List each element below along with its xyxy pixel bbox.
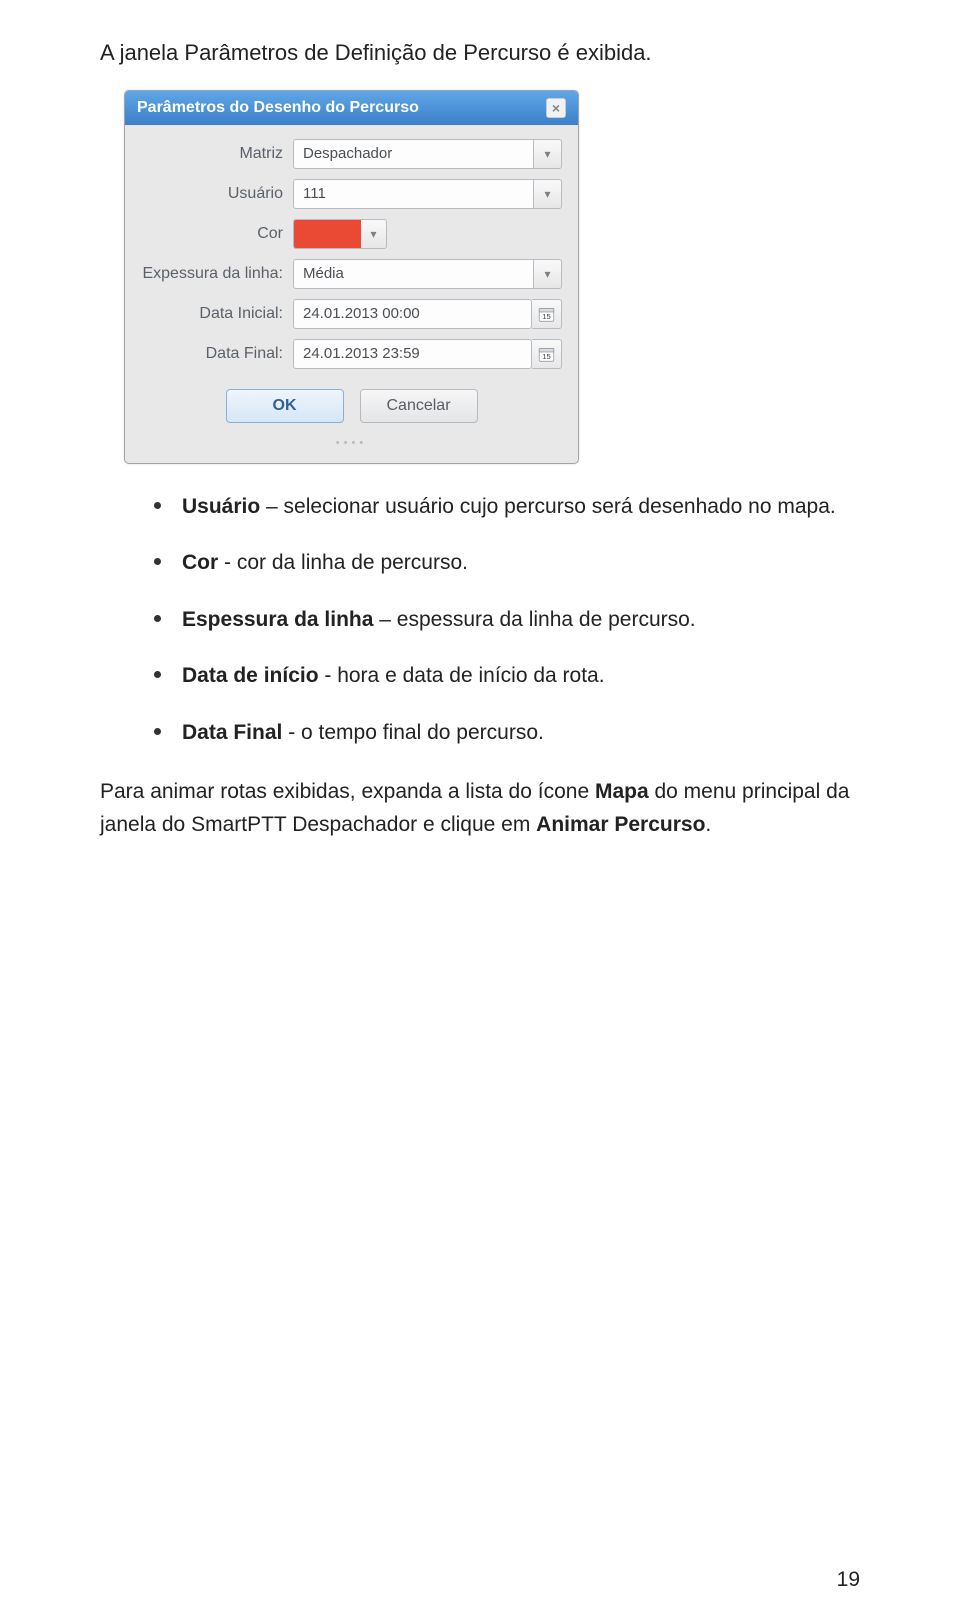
row-usuario: Usuário 111 ▾	[141, 179, 562, 209]
bullet-sep: -	[319, 664, 338, 687]
label-data-inicial: Data Inicial:	[141, 305, 293, 323]
row-cor: Cor ▾	[141, 219, 562, 249]
para-text: .	[705, 813, 711, 836]
label-usuario: Usuário	[141, 185, 293, 203]
chevron-down-icon[interactable]: ▾	[534, 259, 562, 289]
dialog-titlebar[interactable]: Parâmetros do Desenho do Percurso ×	[125, 91, 578, 125]
calendar-icon[interactable]: 15	[532, 299, 562, 329]
bullet-text: cor da linha de percurso.	[237, 551, 468, 574]
label-matriz: Matriz	[141, 145, 293, 163]
row-data-inicial: Data Inicial: 24.01.2013 00:00 15	[141, 299, 562, 329]
dialog-title-label: Parâmetros do Desenho do Percurso	[137, 99, 419, 117]
bullet-text: selecionar usuário cujo percurso será de…	[284, 495, 836, 518]
dialog-body: Matriz Despachador ▾ Usuário 111 ▾ Cor ▾	[125, 125, 578, 463]
para-bold: Mapa	[595, 780, 649, 803]
bullet-text: espessura da linha de percurso.	[397, 608, 696, 631]
label-cor: Cor	[141, 225, 293, 243]
bullet-sep: –	[260, 495, 283, 518]
input-data-final[interactable]: 24.01.2013 23:59	[293, 339, 532, 369]
row-matriz: Matriz Despachador ▾	[141, 139, 562, 169]
label-data-final: Data Final:	[141, 345, 293, 363]
input-espessura[interactable]: Média	[293, 259, 534, 289]
resize-handle-icon[interactable]: ••••	[141, 437, 562, 455]
dialog-footer: OK Cancelar	[141, 379, 562, 437]
calendar-icon[interactable]: 15	[532, 339, 562, 369]
bullet-sep: -	[218, 551, 237, 574]
row-espessura: Expessura da linha: Média ▾	[141, 259, 562, 289]
date-inicial[interactable]: 24.01.2013 00:00 15	[293, 299, 562, 329]
color-picker[interactable]: ▾	[293, 219, 387, 249]
close-icon[interactable]: ×	[546, 98, 566, 118]
bullet-term: Cor	[182, 551, 218, 574]
instruction-paragraph: Para animar rotas exibidas, expanda a li…	[100, 776, 860, 841]
page-number: 19	[837, 1568, 860, 1592]
intro-text: A janela Parâmetros de Definição de Perc…	[100, 40, 860, 66]
chevron-down-icon[interactable]: ▾	[534, 179, 562, 209]
svg-text:15: 15	[542, 352, 551, 361]
bullet-term: Usuário	[182, 495, 260, 518]
bullet-sep: -	[282, 721, 301, 744]
date-final[interactable]: 24.01.2013 23:59 15	[293, 339, 562, 369]
input-usuario[interactable]: 111	[293, 179, 534, 209]
list-item: Cor - cor da linha de percurso.	[154, 548, 860, 578]
input-data-inicial[interactable]: 24.01.2013 00:00	[293, 299, 532, 329]
bullet-term: Data Final	[182, 721, 282, 744]
chevron-down-icon[interactable]: ▾	[361, 219, 387, 249]
list-item: Espessura da linha – espessura da linha …	[154, 605, 860, 635]
svg-text:15: 15	[542, 312, 551, 321]
para-text: Para animar rotas exibidas, expanda a li…	[100, 780, 595, 803]
chevron-down-icon[interactable]: ▾	[534, 139, 562, 169]
ok-button[interactable]: OK	[226, 389, 344, 423]
bullet-text: hora e data de início da rota.	[337, 664, 604, 687]
cancel-button[interactable]: Cancelar	[360, 389, 478, 423]
dialog-route-params: Parâmetros do Desenho do Percurso × Matr…	[124, 90, 579, 464]
label-espessura: Expessura da linha:	[141, 265, 293, 283]
bullet-list: Usuário – selecionar usuário cujo percur…	[154, 492, 860, 748]
para-bold: Animar Percurso	[536, 813, 705, 836]
bullet-sep: –	[373, 608, 396, 631]
combo-matriz[interactable]: Despachador ▾	[293, 139, 562, 169]
list-item: Usuário – selecionar usuário cujo percur…	[154, 492, 860, 522]
list-item: Data Final - o tempo final do percurso.	[154, 718, 860, 748]
bullet-term: Data de início	[182, 664, 319, 687]
color-swatch[interactable]	[293, 219, 361, 249]
bullet-text: o tempo final do percurso.	[301, 721, 544, 744]
combo-usuario[interactable]: 111 ▾	[293, 179, 562, 209]
row-data-final: Data Final: 24.01.2013 23:59 15	[141, 339, 562, 369]
combo-espessura[interactable]: Média ▾	[293, 259, 562, 289]
bullet-term: Espessura da linha	[182, 608, 373, 631]
input-matriz[interactable]: Despachador	[293, 139, 534, 169]
list-item: Data de início - hora e data de início d…	[154, 661, 860, 691]
